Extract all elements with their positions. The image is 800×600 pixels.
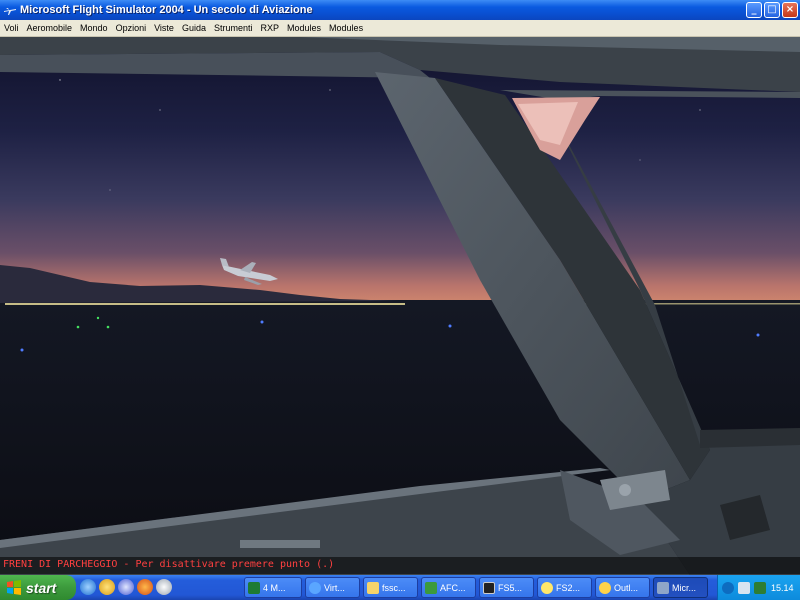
cockpit-view bbox=[0, 37, 800, 575]
status-alert-bar: FRENI DI PARCHEGGIO - Per disattivare pr… bbox=[0, 557, 800, 574]
menu-voli[interactable]: Voli bbox=[0, 23, 23, 33]
menu-strumenti[interactable]: Strumenti bbox=[210, 23, 257, 33]
menu-opzioni[interactable]: Opzioni bbox=[112, 23, 151, 33]
quick-launch bbox=[80, 579, 172, 595]
task-label: FS5... bbox=[498, 582, 523, 593]
task-fs2[interactable]: FS2... bbox=[537, 577, 592, 598]
fs-icon bbox=[657, 581, 669, 594]
menu-rxp[interactable]: RXP bbox=[257, 23, 284, 33]
title-bar: Microsoft Flight Simulator 2004 - Un sec… bbox=[0, 0, 800, 20]
outlook-icon bbox=[599, 581, 611, 594]
task-fssc[interactable]: fssc... bbox=[363, 577, 418, 598]
close-button[interactable]: × bbox=[782, 2, 798, 18]
media-player-icon[interactable] bbox=[118, 579, 134, 595]
taskbar: start 4 M... Virt... fssc... AFC... FS5.… bbox=[0, 575, 800, 600]
task-label: Outl... bbox=[614, 582, 639, 593]
task-label: FS2... bbox=[556, 582, 581, 593]
task-list: 4 M... Virt... fssc... AFC... FS5... FS2… bbox=[244, 577, 708, 598]
window-title: Microsoft Flight Simulator 2004 - Un sec… bbox=[20, 4, 313, 16]
menu-mondo[interactable]: Mondo bbox=[76, 23, 112, 33]
plane-icon bbox=[425, 581, 437, 594]
task-virt[interactable]: Virt... bbox=[305, 577, 360, 598]
maximize-button[interactable]: □ bbox=[764, 2, 780, 18]
windows-logo-icon bbox=[7, 579, 21, 595]
menu-viste[interactable]: Viste bbox=[150, 23, 178, 33]
console-icon bbox=[483, 581, 495, 594]
menu-modules[interactable]: Modules bbox=[283, 23, 325, 33]
volume-icon[interactable] bbox=[738, 581, 750, 594]
tray-arrow-icon[interactable] bbox=[722, 581, 734, 594]
start-label: start bbox=[26, 579, 57, 596]
task-flight-simulator[interactable]: Micr... bbox=[653, 577, 708, 598]
task-label: 4 M... bbox=[263, 582, 286, 593]
parking-brake-message: FRENI DI PARCHEGGIO - Per disattivare pr… bbox=[3, 559, 335, 570]
task-outlook[interactable]: Outl... bbox=[595, 577, 650, 598]
system-tray: 15.14 bbox=[717, 575, 800, 600]
firefox-icon[interactable] bbox=[137, 579, 153, 595]
folder-icon bbox=[367, 581, 379, 594]
ie-icon bbox=[309, 581, 321, 594]
task-label: fssc... bbox=[382, 582, 406, 593]
menu-guida[interactable]: Guida bbox=[178, 23, 210, 33]
clock: 15.14 bbox=[771, 582, 794, 593]
menu-modules-2[interactable]: Modules bbox=[325, 23, 367, 33]
network-icon[interactable] bbox=[754, 581, 766, 594]
task-label: AFC... bbox=[440, 582, 466, 593]
flight-simulator-icon bbox=[4, 8, 16, 15]
menu-aeromobile[interactable]: Aeromobile bbox=[23, 23, 77, 33]
app-icon[interactable] bbox=[156, 579, 172, 595]
minimize-button[interactable]: _ bbox=[746, 2, 762, 18]
task-label: Virt... bbox=[324, 582, 345, 593]
internet-explorer-icon[interactable] bbox=[80, 579, 96, 595]
start-button[interactable]: start bbox=[0, 575, 76, 600]
task-afc[interactable]: AFC... bbox=[421, 577, 476, 598]
menu-bar: Voli Aeromobile Mondo Opzioni Viste Guid… bbox=[0, 20, 800, 37]
fs-icon bbox=[541, 581, 553, 594]
task-fs5[interactable]: FS5... bbox=[479, 577, 534, 598]
excel-icon bbox=[248, 581, 260, 594]
outlook-icon[interactable] bbox=[99, 579, 115, 595]
task-label: Micr... bbox=[672, 582, 696, 593]
task-excel[interactable]: 4 M... bbox=[244, 577, 302, 598]
cockpit-render bbox=[0, 37, 800, 575]
